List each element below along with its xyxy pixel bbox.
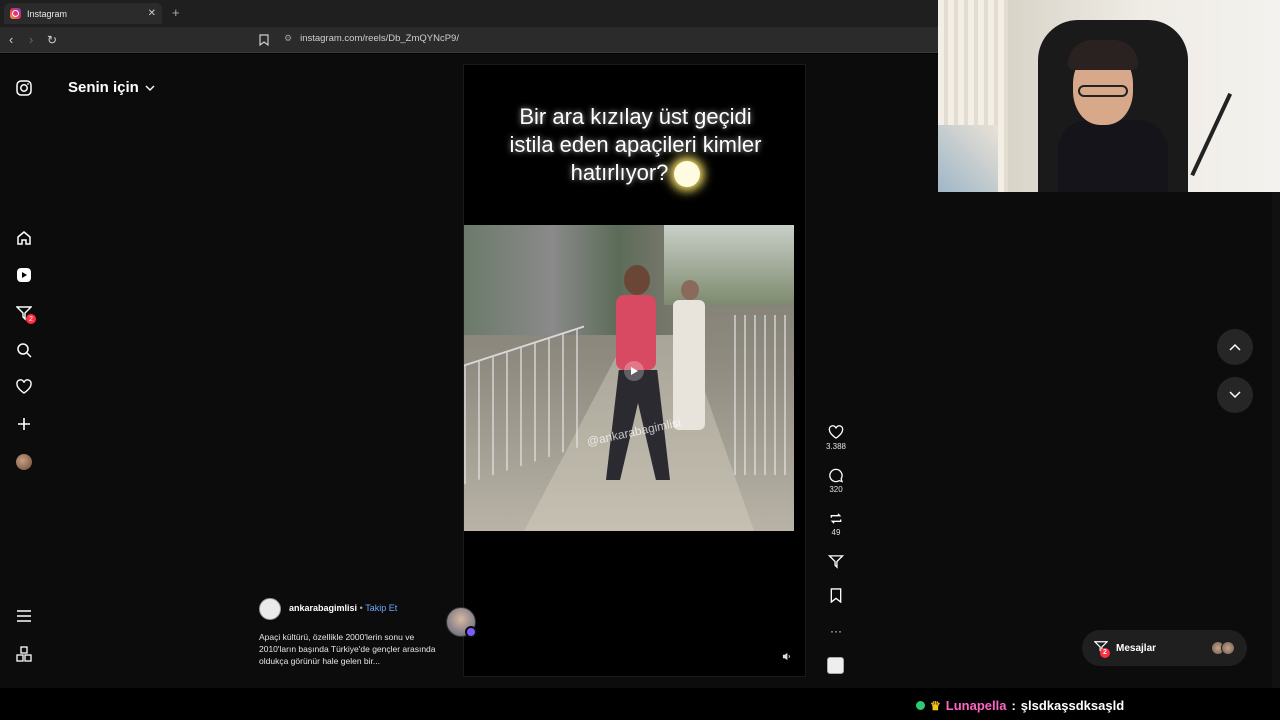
chevron-down-icon [1229,391,1241,399]
back-button[interactable]: ‹ [9,32,13,48]
reload-button[interactable]: ↻ [47,32,57,48]
chat-message: ♛ Lunapella : şlsdkaşsdksaşld [916,698,1124,713]
heart-icon[interactable] [14,377,34,397]
profile-avatar-icon[interactable] [16,454,32,470]
reel-video[interactable]: Bir ara kızılay üst geçidi istila eden a… [463,64,806,677]
caption-line: hatırlıyor? [570,160,669,185]
repost-count: 49 [831,528,841,537]
url-text: instagram.com/reels/Db_ZmQYNcP9/ [300,33,459,44]
share-button[interactable] [822,554,850,571]
like-button[interactable]: 3.388 [822,425,850,451]
message-avatars [1211,641,1235,655]
bookmark-icon [830,588,842,603]
streamer-webcam [938,0,1280,192]
comment-button[interactable]: 320 [822,468,850,494]
caption-line: Bir ara kızılay üst geçidi [519,104,752,129]
instagram-logo-icon[interactable] [14,78,34,98]
apps-icon[interactable] [14,644,34,664]
video-caption: Bir ara kızılay üst geçidi istila eden a… [464,103,805,188]
play-icon[interactable] [624,361,644,381]
author-name[interactable]: ankarabagimlisi [289,603,357,613]
search-icon[interactable] [14,340,34,360]
send-icon [828,555,844,569]
messages-badge: 2 [1100,647,1110,658]
volume-icon[interactable] [782,652,791,663]
chat-text: şlsdkaşsdksaşld [1020,698,1125,713]
sidebar [0,54,48,688]
create-icon[interactable] [14,414,34,434]
author-separator: • [359,603,363,613]
instagram-favicon-icon [10,8,21,19]
more-menu-icon[interactable] [14,606,34,626]
messages-button[interactable]: 2 Mesajlar [1082,630,1247,666]
caption-line: istila eden apaçileri kimler [509,132,762,157]
chat-username: Lunapella [945,698,1007,713]
comment-count: 320 [829,485,843,494]
post-description[interactable]: Apaçi kültürü, özellikle 2000'lerin sonu… [259,631,439,667]
chat-separator: : [1011,698,1016,713]
repost-button[interactable]: 49 [822,511,850,537]
tab-title: Instagram [27,8,68,19]
previous-reel-button[interactable] [1217,329,1253,365]
comment-icon [829,468,843,483]
messages-label: Mesajlar [1116,642,1157,654]
chevron-down-icon [145,85,155,91]
chevron-up-icon [1229,343,1241,351]
author-avatar[interactable] [259,598,281,620]
feed-title: Senin için [68,79,139,96]
online-dot-icon [916,701,925,710]
reels-icon[interactable] [14,265,34,285]
post-author-line: ankarabagimlisi • Takip Et [289,603,397,613]
glowing-dot-icon [674,161,701,188]
direct-badge: 2 [26,314,36,324]
repost-icon [830,513,842,524]
like-count: 3.388 [825,442,847,451]
bookmark-icon[interactable] [259,33,269,51]
heart-icon [828,425,844,439]
crown-icon: ♛ [930,698,941,713]
site-info-icon[interactable]: ⚙ [284,33,292,44]
collaborator-avatar[interactable] [446,607,477,638]
follow-button[interactable]: Takip Et [365,603,397,613]
feed-selector[interactable]: Senin için [68,79,155,96]
new-tab-button[interactable]: + [172,5,180,20]
save-button[interactable] [822,588,850,605]
close-tab-icon[interactable]: ✕ [148,8,156,19]
more-options-icon[interactable]: ··· [822,624,850,638]
direct-icon: 2 [1093,640,1110,658]
forward-button[interactable]: › [29,32,33,48]
home-icon[interactable] [14,228,34,248]
next-reel-button[interactable] [1217,377,1253,413]
verified-badge-icon [465,626,477,638]
direct-icon[interactable]: 2 [14,303,36,324]
address-bar[interactable]: ⚙ instagram.com/reels/Db_ZmQYNcP9/ [284,33,459,44]
audio-thumbnail[interactable] [827,657,844,674]
browser-tab[interactable]: Instagram ✕ [4,3,162,24]
